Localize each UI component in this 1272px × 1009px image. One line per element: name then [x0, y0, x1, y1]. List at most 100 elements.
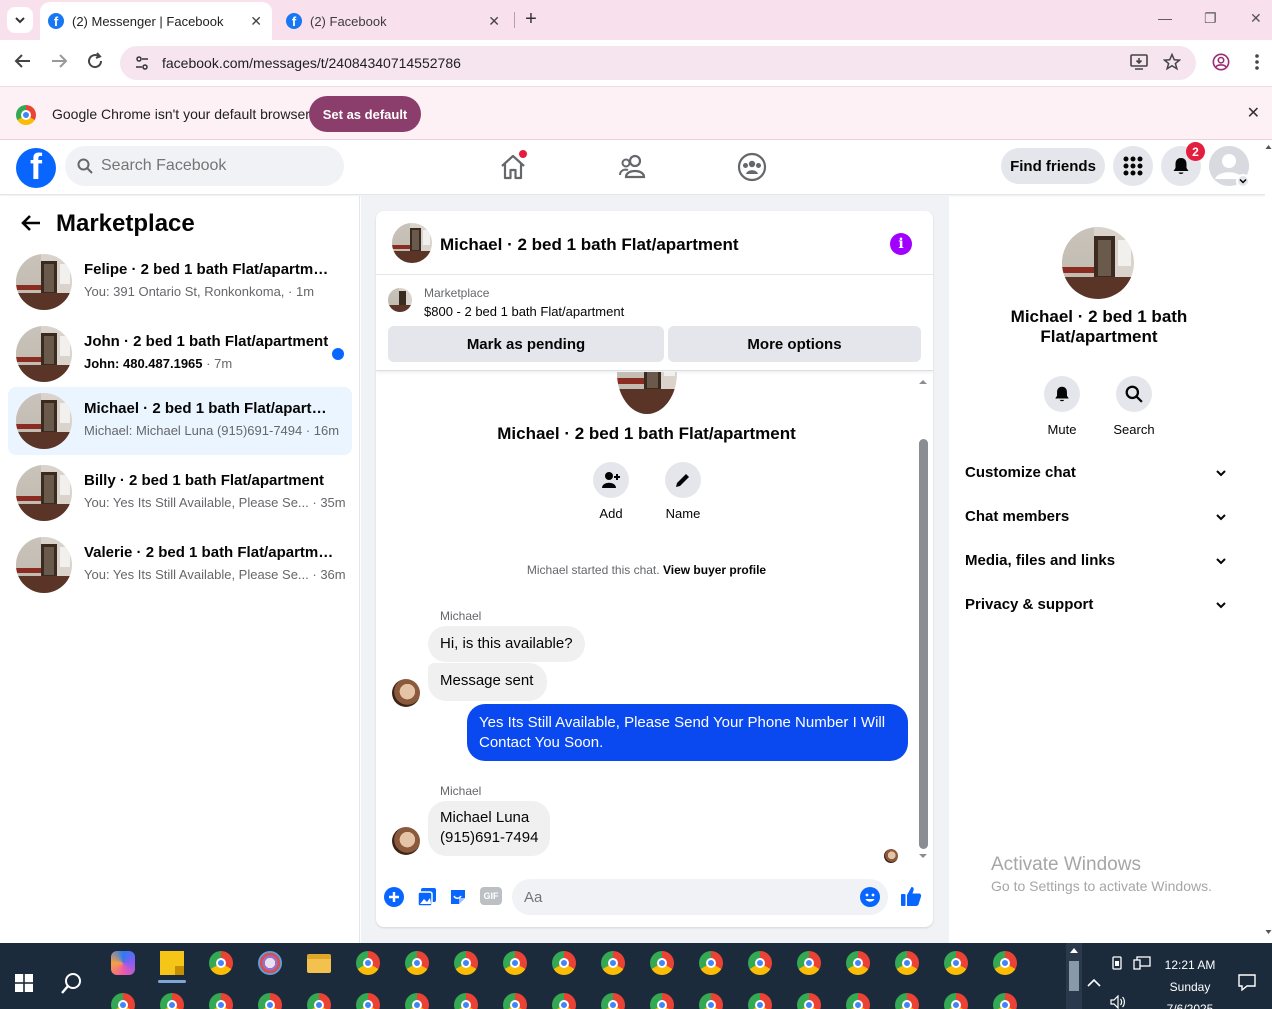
incoming-message[interactable]: Message sent — [428, 663, 548, 701]
chrome-profile-icon[interactable] — [846, 951, 870, 975]
chrome-icon[interactable] — [209, 951, 233, 975]
chrome-profile-icon[interactable] — [503, 993, 527, 1009]
gif-icon[interactable]: GIF — [480, 887, 502, 907]
account-chevron-icon[interactable] — [1236, 174, 1250, 188]
edit-name-action[interactable]: Name — [653, 462, 713, 521]
chrome-profile-icon[interactable] — [797, 951, 821, 975]
volume-icon[interactable] — [1110, 994, 1126, 1009]
chrome-profile-icon[interactable] — [111, 993, 135, 1009]
chrome-profile-icon[interactable] — [895, 993, 919, 1009]
chrome-profile-icon[interactable] — [944, 951, 968, 975]
find-friends-button[interactable]: Find friends — [1001, 148, 1105, 184]
copilot-icon[interactable] — [111, 951, 135, 975]
chrome-profile-icon[interactable] — [699, 951, 723, 975]
install-app-icon[interactable] — [1130, 53, 1148, 76]
taskbar-scrollbar[interactable] — [1066, 943, 1082, 1009]
facebook-search-box[interactable] — [65, 146, 344, 186]
close-window-icon[interactable]: ✕ — [1250, 10, 1262, 27]
conversation-item-billy[interactable]: Billy · 2 bed 1 bath Flat/apartment You:… — [8, 459, 352, 527]
search-icon[interactable] — [61, 972, 83, 999]
set-as-default-button[interactable]: Set as default — [309, 96, 421, 132]
more-options-button[interactable]: More options — [668, 326, 921, 362]
chrome-profile-icon[interactable] — [454, 951, 478, 975]
chrome-profile-icon[interactable] — [748, 951, 772, 975]
paint-app-icon[interactable] — [258, 951, 282, 975]
restore-icon[interactable]: ❐ — [1204, 10, 1217, 27]
sticker-icon[interactable] — [448, 887, 468, 907]
listing-price-title[interactable]: $800 - 2 bed 1 bath Flat/apartment — [424, 304, 624, 319]
chrome-profile-icon[interactable] — [258, 993, 282, 1009]
scroll-up-icon[interactable] — [917, 378, 929, 386]
photo-icon[interactable] — [417, 887, 437, 907]
scroll-down-icon[interactable] — [917, 852, 929, 860]
file-explorer-icon[interactable] — [307, 954, 331, 973]
message-scrollbar-thumb[interactable] — [919, 439, 928, 849]
notification-center-icon[interactable] — [1238, 973, 1256, 996]
chat-title[interactable]: Michael · 2 bed 1 bath Flat/apartment — [440, 235, 739, 255]
windows-start-icon[interactable] — [15, 974, 33, 997]
chrome-profile-icon[interactable] — [993, 951, 1017, 975]
chrome-profile-icon[interactable] — [797, 993, 821, 1009]
mute-action[interactable]: Mute — [1032, 376, 1092, 437]
chrome-profile-icon[interactable] — [454, 993, 478, 1009]
page-scrollbar[interactable] — [1265, 140, 1272, 943]
menu-grid-button[interactable] — [1113, 146, 1153, 186]
chrome-profile-icon[interactable] — [650, 951, 674, 975]
close-tab-icon[interactable]: ✕ — [250, 13, 262, 30]
chrome-profile-icon[interactable] — [601, 951, 625, 975]
chrome-profile-icon[interactable] — [552, 951, 576, 975]
conversation-item-valerie[interactable]: Valerie · 2 bed 1 bath Flat/apartment Yo… — [8, 531, 352, 599]
incoming-message[interactable]: Michael Luna (915)691-7494 — [428, 801, 551, 856]
browser-tab-messenger[interactable]: f (2) Messenger | Facebook ✕ — [40, 2, 272, 40]
bookmark-star-icon[interactable] — [1162, 52, 1182, 76]
thumbs-up-icon[interactable] — [900, 885, 922, 906]
outgoing-message[interactable]: Yes Its Still Available, Please Send You… — [467, 704, 908, 761]
view-buyer-profile-link[interactable]: View buyer profile — [663, 563, 766, 577]
chrome-profile-icon[interactable] — [944, 993, 968, 1009]
chrome-profile-icon[interactable] — [209, 993, 233, 1009]
media-files-links-section[interactable]: Media, files and links — [965, 552, 1233, 580]
chat-members-section[interactable]: Chat members — [965, 508, 1233, 536]
conversation-item-michael[interactable]: Michael · 2 bed 1 bath Flat/apartm... Mi… — [8, 387, 352, 455]
taskbar-clock[interactable]: 12:21 AM Sunday 7/6/2025 — [1152, 954, 1228, 1009]
chrome-profile-icon[interactable] — [601, 993, 625, 1009]
chrome-profile-icon[interactable] — [160, 993, 184, 1009]
chrome-profile-icon[interactable] — [356, 993, 380, 1009]
friends-icon[interactable] — [618, 152, 648, 182]
reload-icon[interactable] — [86, 52, 104, 75]
chat-avatar[interactable] — [392, 223, 432, 263]
conversation-item-john[interactable]: John · 2 bed 1 bath Flat/apartment John:… — [8, 320, 352, 388]
chrome-profile-icon[interactable] — [993, 993, 1017, 1009]
customize-chat-section[interactable]: Customize chat — [965, 464, 1233, 492]
tab-search-button[interactable] — [7, 7, 33, 33]
chrome-profile-icon[interactable] — [699, 993, 723, 1009]
close-banner-icon[interactable]: ✕ — [1247, 103, 1260, 123]
chrome-profile-icon[interactable] — [895, 951, 919, 975]
privacy-support-section[interactable]: Privacy & support — [965, 596, 1233, 624]
info-icon[interactable]: i — [890, 233, 912, 255]
scroll-down-icon[interactable] — [1265, 929, 1272, 935]
chrome-profile-icon[interactable] — [405, 951, 429, 975]
chrome-menu-icon[interactable] — [1254, 53, 1260, 76]
chrome-profile-icon[interactable] — [748, 993, 772, 1009]
message-input[interactable] — [512, 879, 888, 915]
plus-circle-icon[interactable] — [384, 887, 404, 907]
sender-avatar[interactable] — [392, 827, 420, 855]
search-input[interactable] — [101, 157, 321, 175]
emoji-icon[interactable] — [860, 887, 880, 907]
facebook-logo-icon[interactable]: f — [16, 148, 56, 188]
conversation-item-felipe[interactable]: Felipe · 2 bed 1 bath Flat/apartment You… — [8, 248, 352, 316]
address-bar[interactable]: facebook.com/messages/t/2408434071455278… — [120, 46, 1196, 80]
minimize-icon[interactable]: — — [1158, 10, 1172, 26]
show-hidden-icons-icon[interactable] — [1087, 975, 1101, 993]
search-action[interactable]: Search — [1104, 376, 1164, 437]
profile-icon[interactable] — [1212, 53, 1230, 76]
chrome-profile-icon[interactable] — [405, 993, 429, 1009]
add-people-action[interactable]: Add — [581, 462, 641, 521]
chrome-profile-icon[interactable] — [307, 993, 331, 1009]
incoming-message[interactable]: Hi, is this available? — [428, 626, 585, 662]
chrome-profile-icon[interactable] — [650, 993, 674, 1009]
chrome-profile-icon[interactable] — [846, 993, 870, 1009]
sticky-notes-icon[interactable] — [160, 951, 184, 975]
forward-icon[interactable] — [50, 52, 68, 75]
